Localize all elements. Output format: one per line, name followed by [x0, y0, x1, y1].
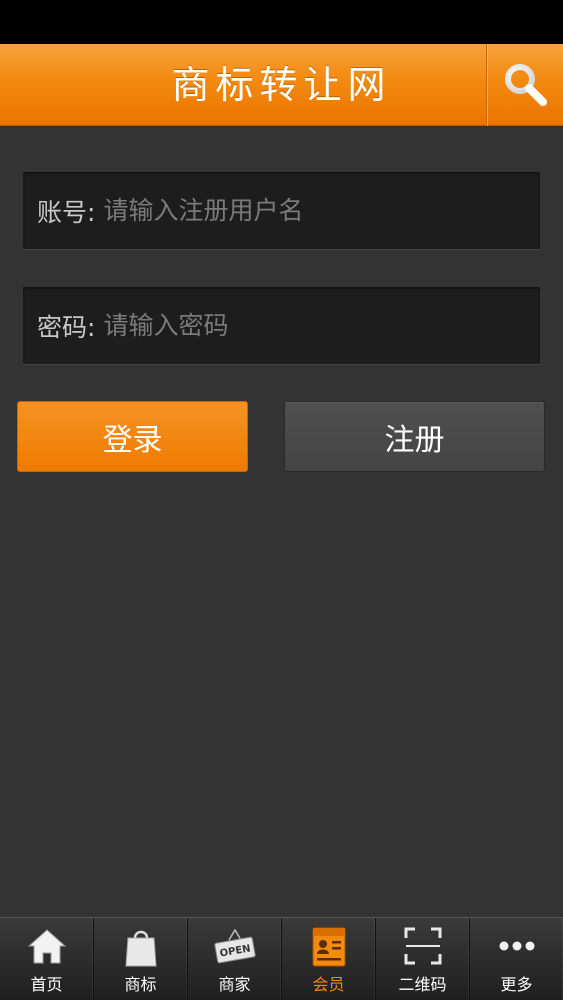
- tab-label: 首页: [30, 975, 63, 994]
- more-icon: [499, 941, 534, 951]
- page-title: 商标转让网: [171, 63, 392, 107]
- search-icon: [505, 64, 547, 106]
- tab-member[interactable]: 会员: [282, 918, 376, 1000]
- tab-trademark[interactable]: 商标: [94, 918, 188, 1000]
- tab-label: 商标: [124, 975, 157, 994]
- bottom-tab-bar: 首页 商标 OPEN 商家 会员 二维码 更多: [0, 917, 563, 1000]
- tab-label: 商家: [218, 975, 251, 994]
- register-button[interactable]: 注册: [284, 401, 545, 472]
- status-bar: [0, 0, 563, 44]
- password-label: 密码:: [37, 312, 96, 342]
- account-input[interactable]: [95, 172, 540, 249]
- home-icon: [27, 929, 66, 964]
- app-header: 商标转让网: [0, 44, 563, 126]
- tab-label: 会员: [312, 975, 345, 994]
- member-card-icon: [312, 927, 345, 967]
- shopping-bag-icon: [124, 930, 157, 967]
- login-button[interactable]: 登录: [17, 401, 248, 472]
- tab-label: 更多: [500, 975, 533, 994]
- tab-qrcode[interactable]: 二维码: [376, 918, 470, 1000]
- tab-label: 二维码: [398, 975, 447, 994]
- account-label: 账号:: [37, 197, 96, 227]
- tab-home[interactable]: 首页: [0, 918, 94, 1000]
- open-sign-icon: OPEN: [213, 928, 256, 964]
- password-field: 密码:: [23, 287, 540, 364]
- tab-merchant[interactable]: OPEN 商家: [188, 918, 282, 1000]
- password-input[interactable]: [95, 287, 540, 364]
- account-field: 账号:: [23, 172, 540, 249]
- tab-more[interactable]: 更多: [470, 918, 563, 1000]
- search-button[interactable]: [486, 44, 563, 126]
- qr-scan-icon: [404, 927, 441, 965]
